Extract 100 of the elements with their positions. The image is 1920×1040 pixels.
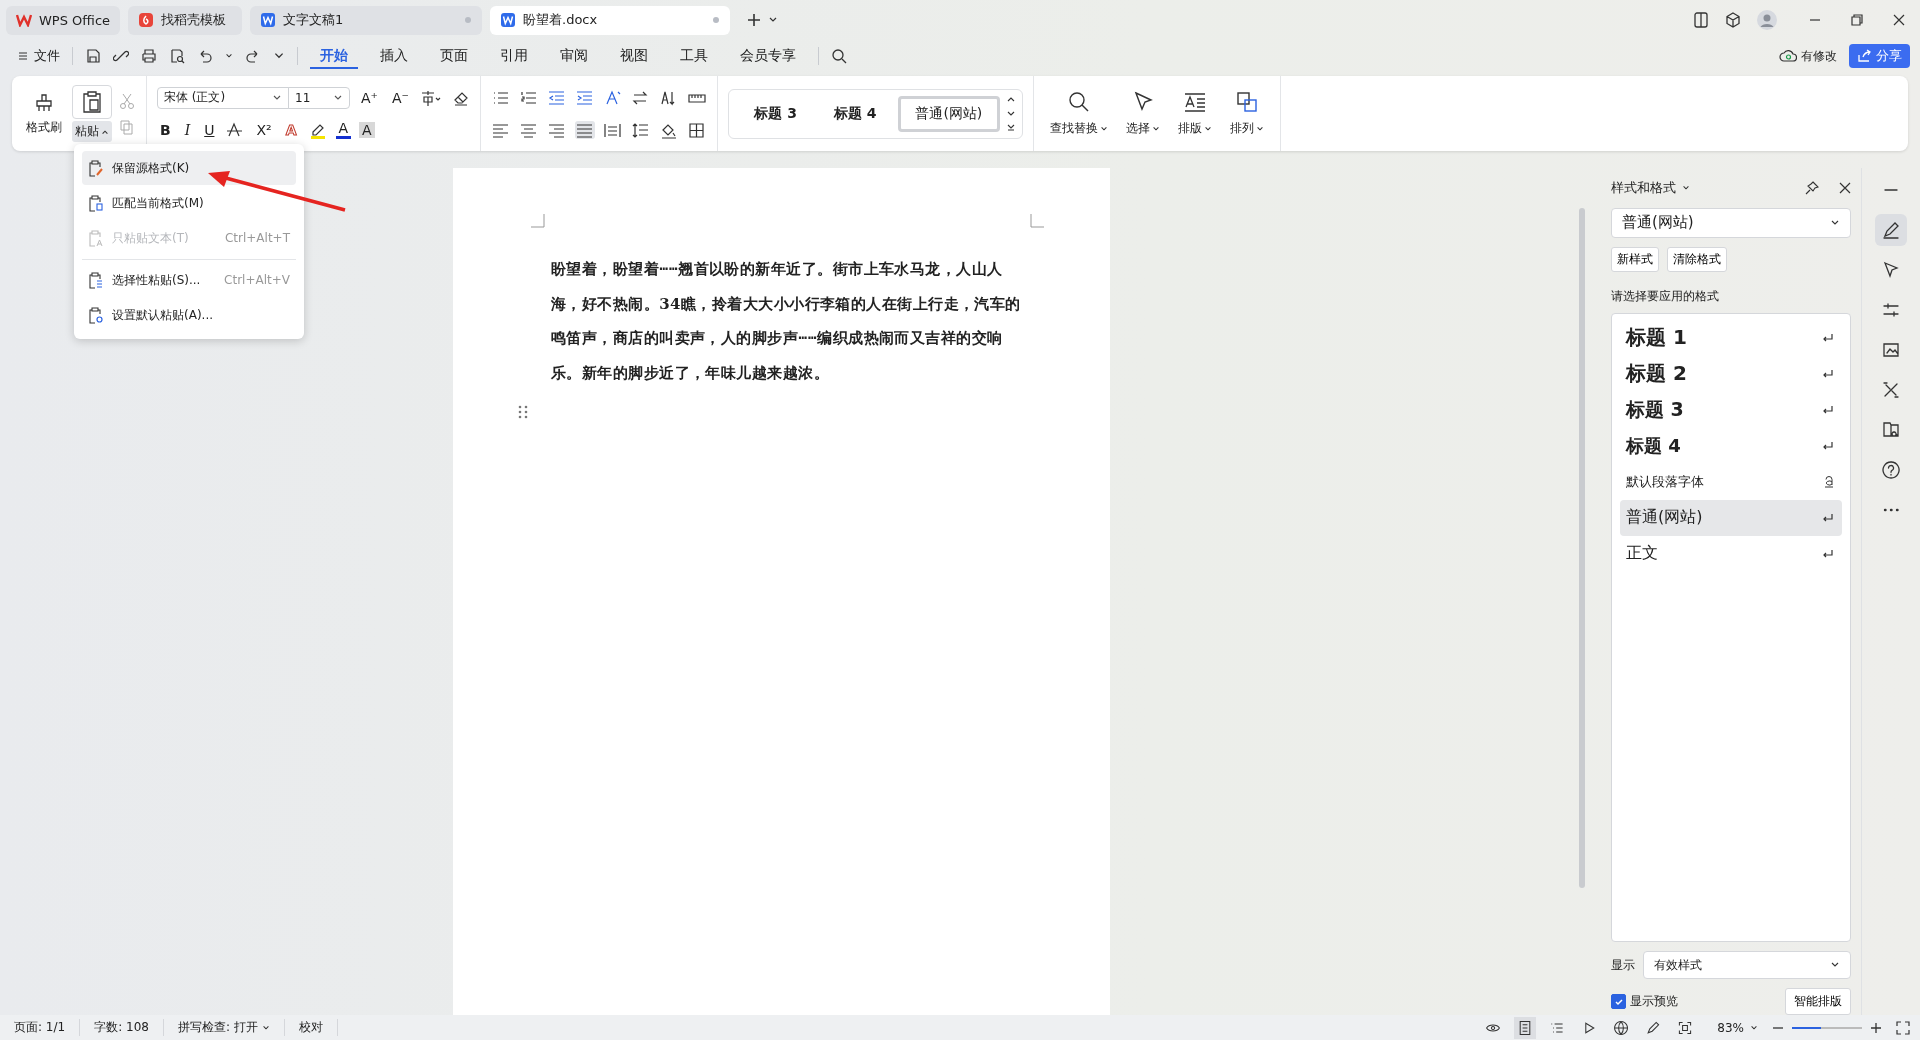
font-dropdown[interactable]: 宋体 (正文) bbox=[157, 86, 289, 109]
ribbon-tool-button[interactable]: 查找替换 bbox=[1043, 90, 1114, 137]
status-item[interactable]: 校对 bbox=[298, 1019, 338, 1036]
ribbon-tab[interactable]: 会员专享 bbox=[730, 43, 806, 69]
style-list-item[interactable]: 标题 4 bbox=[1620, 427, 1842, 464]
style-option[interactable]: 标题 4 bbox=[818, 96, 892, 131]
ribbon-tab[interactable]: 审阅 bbox=[550, 43, 598, 69]
new-tab-icon[interactable] bbox=[746, 12, 763, 28]
font-effect-button[interactable]: A bbox=[359, 121, 375, 138]
ribbon-tab[interactable]: 工具 bbox=[670, 43, 718, 69]
caret-icon[interactable] bbox=[225, 52, 233, 60]
format-painter-button[interactable]: 格式刷 bbox=[22, 91, 66, 136]
unsaved-dot-icon bbox=[464, 16, 473, 24]
file-menu[interactable]: 文件 bbox=[18, 47, 60, 65]
cursor-icon[interactable] bbox=[1881, 260, 1901, 280]
pin-icon[interactable] bbox=[1805, 181, 1819, 195]
close-icon[interactable] bbox=[1892, 13, 1906, 27]
preview-checkbox[interactable]: 显示预览 bbox=[1611, 993, 1678, 1010]
menu-item[interactable]: 设置默认粘贴(A)... bbox=[82, 298, 296, 332]
clipboard-text-icon bbox=[88, 229, 104, 247]
paste-button[interactable]: 粘贴 bbox=[72, 121, 112, 142]
status-item[interactable]: 字数: 108 bbox=[94, 1019, 164, 1036]
zoom-level[interactable]: 83% bbox=[1717, 1020, 1744, 1035]
caret-icon[interactable] bbox=[1750, 1023, 1758, 1032]
paste-icon-button[interactable] bbox=[72, 85, 112, 119]
format-button[interactable]: I bbox=[181, 121, 194, 138]
globe-icon[interactable] bbox=[1613, 1019, 1630, 1036]
style-list-item[interactable]: 标题 1 bbox=[1620, 319, 1842, 356]
style-option[interactable]: 标题 3 bbox=[738, 96, 813, 131]
ribbon-tab[interactable]: 视图 bbox=[610, 43, 658, 69]
caret-icon[interactable] bbox=[1682, 184, 1690, 192]
avatar-icon[interactable] bbox=[1756, 9, 1778, 31]
ribbon-tool-button[interactable]: 排列 bbox=[1223, 90, 1270, 137]
zoom-slider[interactable] bbox=[1792, 1026, 1822, 1029]
style-list-item[interactable]: 标题 2 bbox=[1620, 355, 1842, 392]
justify-icon[interactable] bbox=[574, 120, 595, 139]
status-item[interactable]: 页面: 1/1 bbox=[14, 1019, 81, 1036]
ribbon-tool-button[interactable]: 排版 bbox=[1171, 90, 1218, 137]
image-icon[interactable] bbox=[1881, 340, 1901, 360]
style-list-item[interactable]: 普通(网站) bbox=[1620, 499, 1842, 536]
panel-button[interactable]: 清除格式 bbox=[1667, 246, 1727, 272]
style-list-item[interactable]: 默认段落字体 bbox=[1620, 463, 1842, 500]
font-effect-button[interactable]: A bbox=[282, 121, 300, 138]
menu-item[interactable]: 选择性粘贴(S)... Ctrl+Alt+V bbox=[82, 259, 296, 297]
print-preview-icon[interactable] bbox=[169, 48, 185, 64]
format-button[interactable]: U bbox=[201, 121, 218, 138]
format-button[interactable]: B bbox=[157, 121, 174, 138]
superscript-button[interactable]: X² bbox=[253, 121, 275, 138]
share-button[interactable]: 分享 bbox=[1849, 44, 1910, 68]
font-effect-button[interactable]: A bbox=[335, 120, 352, 139]
current-style-dropdown[interactable]: 普通(网站) bbox=[1611, 207, 1851, 238]
book-search-icon[interactable] bbox=[1881, 420, 1901, 440]
pen-icon[interactable] bbox=[1645, 1019, 1662, 1036]
help-icon[interactable] bbox=[1881, 460, 1901, 480]
smart-layout-button[interactable]: 智能排版 bbox=[1785, 988, 1851, 1015]
fit-icon[interactable] bbox=[1677, 1019, 1694, 1036]
fullscreen-icon[interactable] bbox=[1896, 1020, 1910, 1035]
menu-item[interactable]: 保留源格式(K) bbox=[82, 151, 296, 185]
tablet-icon[interactable] bbox=[1692, 11, 1710, 29]
window-tab[interactable]: WPS Office bbox=[6, 5, 121, 35]
flame-logo-icon bbox=[138, 12, 155, 28]
window-tab[interactable]: 找稻壳模板 bbox=[128, 5, 243, 35]
show-label: 显示 bbox=[1611, 956, 1635, 974]
restore-window-icon[interactable] bbox=[1850, 13, 1864, 27]
cube-icon[interactable] bbox=[1724, 11, 1742, 29]
style-option[interactable]: 普通(网站) bbox=[897, 95, 1000, 132]
font-size-dropdown[interactable]: 11 bbox=[288, 86, 350, 109]
save-status[interactable]: 有修改 bbox=[1779, 47, 1837, 65]
checkbox[interactable] bbox=[1611, 994, 1626, 1009]
window-tab[interactable]: 文字文稿1 bbox=[250, 5, 483, 35]
font-size-step-button[interactable]: A⁺ bbox=[358, 89, 381, 106]
ribbon-tab[interactable]: 页面 bbox=[430, 43, 478, 69]
clipboard-list-icon bbox=[88, 271, 104, 289]
window-tab[interactable]: 盼望着.docx bbox=[490, 5, 731, 35]
print-icon[interactable] bbox=[141, 48, 157, 64]
panel-title[interactable]: 样式和格式 bbox=[1611, 179, 1676, 197]
panel-button[interactable]: 新样式 bbox=[1611, 246, 1659, 272]
close-icon[interactable] bbox=[1839, 182, 1851, 194]
style-list-item[interactable]: 正文 bbox=[1620, 535, 1842, 572]
ribbon-tab[interactable]: 插入 bbox=[370, 43, 418, 69]
search-icon[interactable] bbox=[831, 48, 847, 64]
show-filter-dropdown[interactable]: 有效样式 bbox=[1643, 951, 1851, 979]
link-icon[interactable] bbox=[113, 48, 129, 64]
ribbon-tab[interactable]: 开始 bbox=[310, 43, 358, 69]
save-icon[interactable] bbox=[85, 48, 101, 64]
caret-icon bbox=[1255, 124, 1264, 133]
zoom-in-icon[interactable] bbox=[1870, 1021, 1882, 1034]
scrollbar-thumb[interactable] bbox=[1579, 208, 1585, 888]
status-item[interactable]: 拼写检查: 打开 bbox=[177, 1019, 285, 1036]
drag-handle-icon[interactable] bbox=[518, 404, 528, 420]
ribbon-tab[interactable]: 引用 bbox=[490, 43, 538, 69]
border-icon[interactable] bbox=[686, 120, 707, 139]
page-view-icon[interactable] bbox=[1514, 1016, 1537, 1039]
style-list-item[interactable]: 标题 3 bbox=[1620, 391, 1842, 428]
document-logo-icon bbox=[500, 12, 517, 28]
font-size-step-button[interactable]: A⁻ bbox=[388, 89, 412, 106]
menu-item[interactable]: 匹配当前格式(M) bbox=[82, 186, 296, 220]
caret-icon bbox=[1203, 124, 1212, 133]
ribbon-tool-button[interactable]: 选择 bbox=[1119, 90, 1166, 137]
pen-icon[interactable] bbox=[1875, 214, 1907, 246]
